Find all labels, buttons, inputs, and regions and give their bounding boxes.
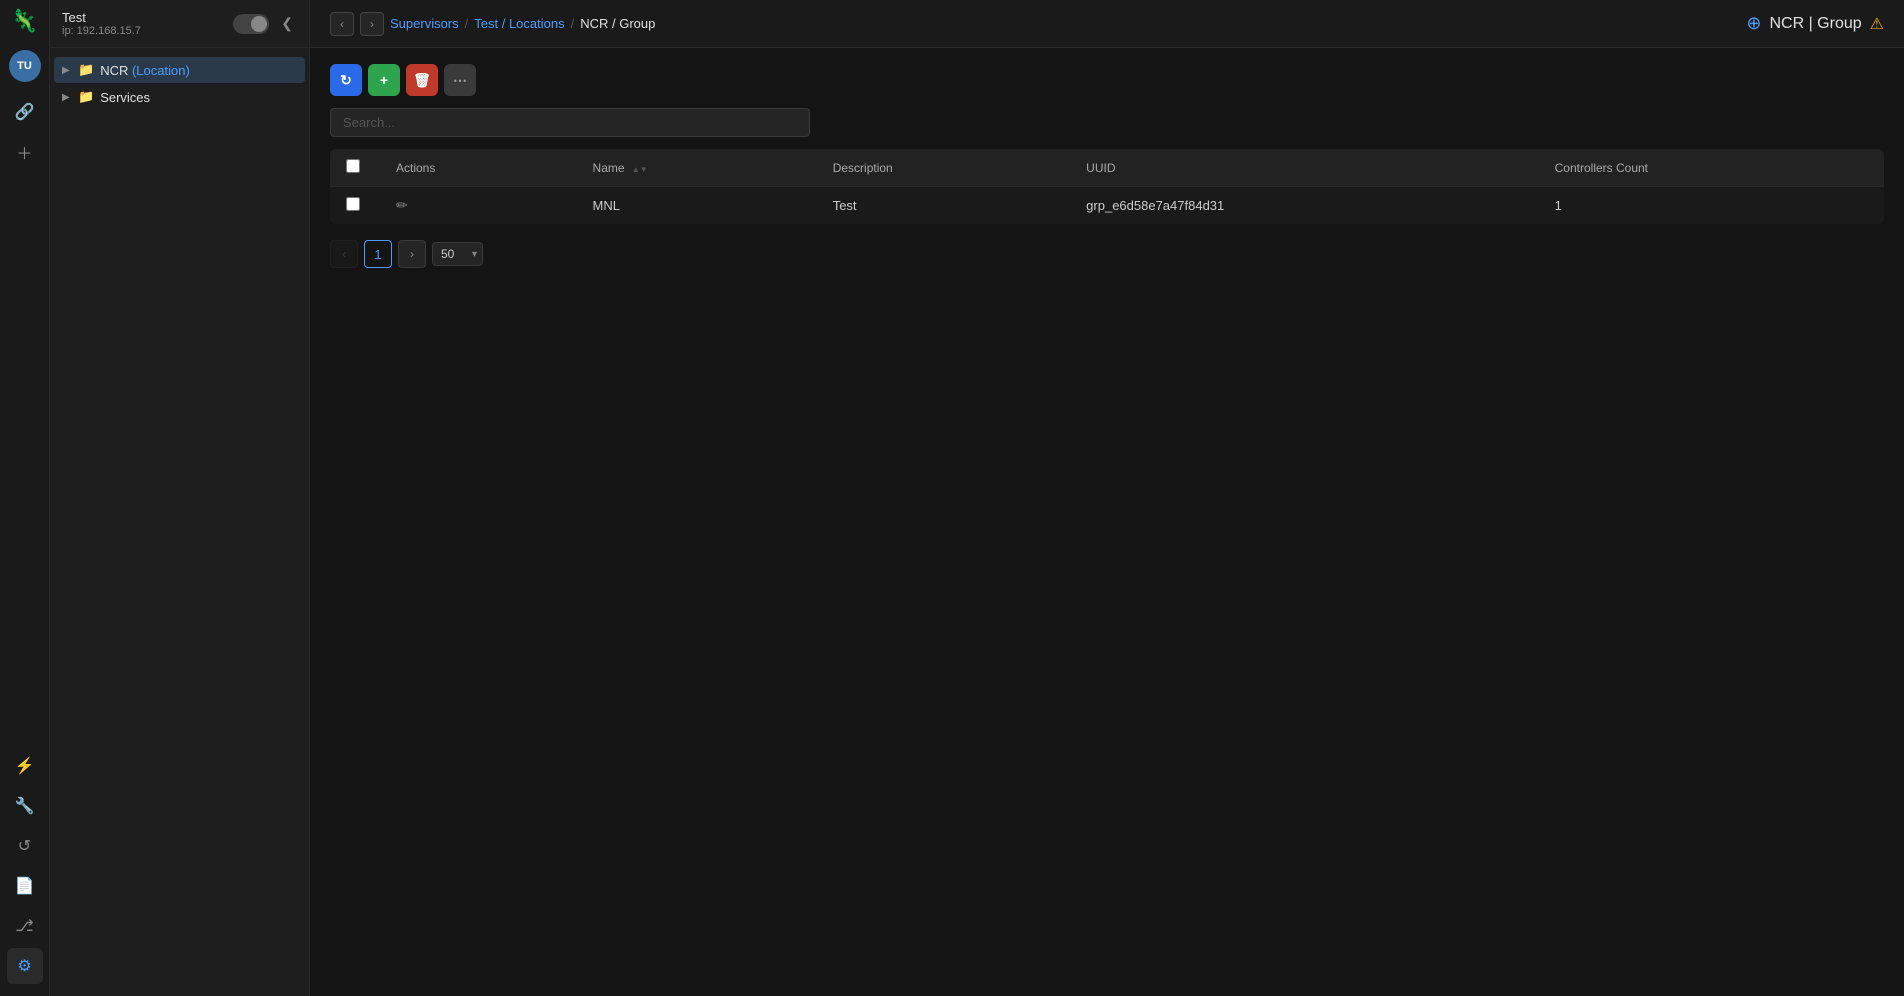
sidebar-header: Test ip: 192.168.15.7 ❮ xyxy=(50,0,309,48)
row-name: MNL xyxy=(593,198,620,213)
page-size-wrapper: 10 25 50 100 xyxy=(432,242,483,266)
data-table: Actions Name ▲▼ Description UUID Control… xyxy=(330,149,1884,224)
document-icon[interactable]: 📄 xyxy=(7,868,43,904)
sidebar-title: Test xyxy=(62,10,141,25)
prev-page-button[interactable]: ‹ xyxy=(330,240,358,268)
column-actions-label: Actions xyxy=(396,161,435,175)
delete-button[interactable]: 🗑 xyxy=(406,64,438,96)
row-checkbox[interactable] xyxy=(346,197,360,211)
breadcrumb-test-locations[interactable]: Test / Locations xyxy=(474,16,564,31)
wrench-icon[interactable]: 🔧 xyxy=(7,788,43,824)
row-actions-cell: ✏ xyxy=(380,187,577,225)
sidebar-item-services[interactable]: ▶ 📁 Services xyxy=(54,84,305,110)
column-controllers-count-label: Controllers Count xyxy=(1555,161,1648,175)
pagination: ‹ 1 › 10 25 50 100 xyxy=(330,240,1884,268)
folder-icon: 📁 xyxy=(78,89,94,105)
target-icon: ⊕ xyxy=(1746,13,1761,34)
sidebar-item-label-services: Services xyxy=(100,90,297,105)
collapse-button[interactable]: ❮ xyxy=(277,13,297,34)
sidebar-item-ncr[interactable]: ▶ 📁 NCR (Location) ≡ xyxy=(54,57,305,83)
row-uuid: grp_e6d58e7a47f84d31 xyxy=(1086,198,1224,213)
sync-icon[interactable]: ↺ xyxy=(7,828,43,864)
forward-button[interactable]: › xyxy=(360,12,384,36)
breadcrumb: ‹ › Supervisors / Test / Locations / NCR… xyxy=(330,12,655,36)
page-title: NCR | Group xyxy=(1769,15,1861,33)
row-controllers-count-cell: 1 xyxy=(1539,187,1884,225)
warning-icon: ⚠ xyxy=(1870,14,1884,34)
column-name: Name ▲▼ xyxy=(577,149,817,187)
icon-bar: 🦎 TU 🔗 ＋ ⚡ 🔧 ↺ 📄 ⎇ ⚙ xyxy=(0,0,50,996)
toolbar: ↻ + 🗑 ⋯ xyxy=(330,64,1884,96)
column-description: Description xyxy=(817,149,1070,187)
column-name-label: Name xyxy=(593,161,625,175)
search-input[interactable] xyxy=(330,108,810,137)
settings-icon[interactable]: ⚙ xyxy=(7,948,43,984)
lightning-icon[interactable]: ⚡ xyxy=(7,748,43,784)
link-icon[interactable]: 🔗 xyxy=(7,94,43,130)
sidebar-controls: ❮ xyxy=(233,13,297,34)
content-area: ↻ + 🗑 ⋯ Actions Name ▲ xyxy=(310,48,1904,996)
avatar[interactable]: TU xyxy=(9,50,41,82)
refresh-button[interactable]: ↻ xyxy=(330,64,362,96)
search-bar xyxy=(330,108,1884,137)
column-uuid: UUID xyxy=(1070,149,1538,187)
column-actions: Actions xyxy=(380,149,577,187)
chevron-icon: ▶ xyxy=(62,65,74,76)
column-description-label: Description xyxy=(833,161,893,175)
column-uuid-label: UUID xyxy=(1086,161,1115,175)
add-button[interactable]: + xyxy=(368,64,400,96)
folder-icon: 📁 xyxy=(78,62,94,78)
page-title-area: ⊕ NCR | Group ⚠ xyxy=(1746,13,1884,34)
edit-icon[interactable]: ✏ xyxy=(396,197,408,213)
next-page-button[interactable]: › xyxy=(398,240,426,268)
row-description-cell: Test xyxy=(817,187,1070,225)
top-header: ‹ › Supervisors / Test / Locations / NCR… xyxy=(310,0,1904,48)
sidebar-tree: ▶ 📁 NCR (Location) ≡ ▶ 📁 Services xyxy=(50,48,309,996)
page-size-select[interactable]: 10 25 50 100 xyxy=(432,242,483,266)
breadcrumb-current: NCR / Group xyxy=(580,16,655,31)
column-controllers-count: Controllers Count xyxy=(1539,149,1884,187)
row-controllers-count: 1 xyxy=(1555,198,1562,213)
back-button[interactable]: ‹ xyxy=(330,12,354,36)
git-icon[interactable]: ⎇ xyxy=(7,908,43,944)
row-uuid-cell: grp_e6d58e7a47f84d31 xyxy=(1070,187,1538,225)
select-all-checkbox[interactable] xyxy=(346,159,360,173)
row-name-cell: MNL xyxy=(577,187,817,225)
toggle-switch[interactable] xyxy=(233,14,269,34)
app-logo: 🦎 xyxy=(11,8,38,34)
more-button[interactable]: ⋯ xyxy=(444,64,476,96)
sidebar-item-label-ncr: NCR (Location) xyxy=(100,63,290,78)
current-page[interactable]: 1 xyxy=(364,240,392,268)
sidebar-ip: ip: 192.168.15.7 xyxy=(62,25,141,37)
row-checkbox-cell xyxy=(330,187,380,225)
row-description: Test xyxy=(833,198,857,213)
sidebar: Test ip: 192.168.15.7 ❮ ▶ 📁 NCR (Locatio… xyxy=(50,0,310,996)
main-content: ‹ › Supervisors / Test / Locations / NCR… xyxy=(310,0,1904,996)
chevron-icon: ▶ xyxy=(62,92,74,103)
table-row: ✏ MNL Test grp_e6d58e7a47f84d31 1 xyxy=(330,187,1884,225)
sort-icon[interactable]: ▲▼ xyxy=(632,166,648,174)
add-icon[interactable]: ＋ xyxy=(7,134,43,170)
table-header-row: Actions Name ▲▼ Description UUID Control… xyxy=(330,149,1884,187)
breadcrumb-supervisors[interactable]: Supervisors xyxy=(390,16,459,31)
select-all-column xyxy=(330,149,380,187)
sidebar-item-highlight: (Location) xyxy=(132,63,190,78)
